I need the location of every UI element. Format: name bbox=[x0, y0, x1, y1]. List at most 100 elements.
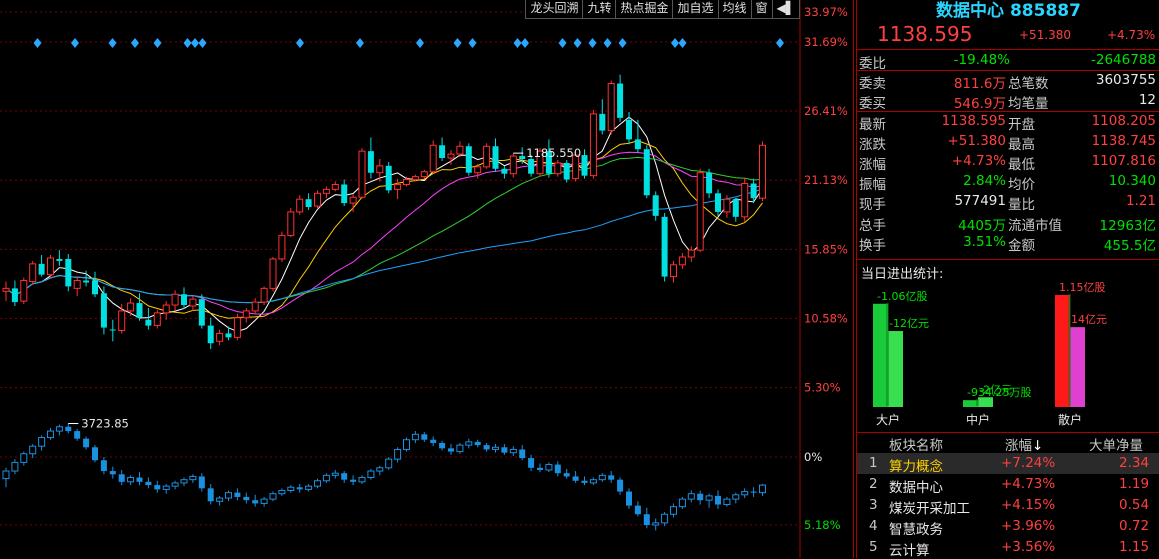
flow-group-name: 中户 bbox=[966, 412, 990, 427]
sector-row[interactable]: 3 煤炭开采加工 +4.15% 0.54 bbox=[857, 495, 1159, 517]
index-candle bbox=[741, 491, 749, 496]
sector-net: 0.54 bbox=[1119, 497, 1150, 513]
quote-row: 委买 546.9万 均笔量 12 bbox=[857, 91, 1159, 112]
sector-candle bbox=[411, 176, 419, 181]
sector-candle bbox=[2, 287, 10, 292]
quote-label: 振幅 bbox=[859, 177, 886, 194]
col-sector-name[interactable]: 板块名称 bbox=[889, 434, 943, 454]
index-candle bbox=[759, 484, 766, 494]
sector-candle bbox=[260, 287, 268, 303]
quote-label: 总手 bbox=[859, 217, 886, 234]
toolbar-hotspot-button[interactable]: 热点掘金 bbox=[616, 0, 674, 18]
index-candle bbox=[171, 482, 179, 487]
pct-tick-label: 31.69% bbox=[804, 35, 848, 49]
signal-marker[interactable] bbox=[588, 38, 597, 48]
annotation-label: 3723.85 bbox=[81, 417, 129, 431]
sector-name: 算力概念 bbox=[889, 459, 943, 475]
sector-candle bbox=[403, 179, 410, 185]
index-candle bbox=[465, 441, 473, 446]
quote-value: 1108.205 bbox=[1091, 112, 1156, 129]
signal-marker[interactable] bbox=[153, 38, 162, 48]
toolbar-ma-button[interactable]: 均线 bbox=[719, 0, 752, 18]
signal-marker[interactable] bbox=[468, 38, 477, 48]
sector-candle bbox=[225, 333, 232, 338]
signal-marker[interactable] bbox=[678, 38, 687, 48]
signal-marker[interactable] bbox=[671, 38, 679, 48]
sector-row[interactable]: 2 数据中心 +4.73% 1.19 bbox=[857, 474, 1159, 496]
signal-marker[interactable] bbox=[33, 38, 42, 48]
quote-label: 最高 bbox=[1008, 136, 1035, 153]
signal-marker[interactable] bbox=[453, 38, 462, 48]
signal-marker[interactable] bbox=[573, 38, 582, 48]
quote-value: 1.21 bbox=[1125, 193, 1156, 210]
signal-marker[interactable] bbox=[356, 38, 364, 48]
index-candle bbox=[385, 458, 393, 469]
signal-marker[interactable] bbox=[71, 38, 79, 48]
sector-change: +4.15% bbox=[1001, 497, 1056, 513]
signal-marker[interactable] bbox=[108, 38, 117, 48]
quote-value: 577491 bbox=[954, 193, 1006, 210]
flow-bar-shade bbox=[976, 399, 979, 406]
quote-label: 量比 bbox=[1008, 197, 1035, 214]
signal-marker[interactable] bbox=[131, 38, 139, 48]
index-candle bbox=[376, 467, 384, 472]
quote-price: 1138.595 bbox=[877, 22, 973, 46]
index-candle bbox=[118, 474, 125, 482]
signal-marker[interactable] bbox=[513, 38, 522, 48]
sector-candle bbox=[554, 162, 562, 175]
index-candle bbox=[367, 470, 375, 479]
toolbar-longtou-button[interactable]: 龙头回溯 bbox=[526, 0, 584, 18]
index-candle bbox=[2, 470, 10, 480]
sector-name: 云计算 bbox=[889, 543, 930, 559]
signal-marker[interactable] bbox=[776, 38, 784, 48]
sector-table-header: 板块名称 涨幅↓ 大单净量 bbox=[857, 433, 1159, 454]
sector-candle bbox=[92, 280, 98, 295]
toolbar-window-button[interactable]: 窗 bbox=[752, 0, 773, 18]
signal-marker[interactable] bbox=[183, 38, 192, 48]
toolbar-expand-icon[interactable]: ◀▌ bbox=[773, 0, 799, 18]
col-change[interactable]: 涨幅↓ bbox=[1005, 434, 1043, 454]
flow-label-amount: -12亿元 bbox=[889, 317, 929, 330]
index-candle bbox=[189, 475, 197, 481]
index-candle bbox=[11, 461, 19, 472]
signal-marker[interactable] bbox=[618, 38, 627, 48]
kline-svg[interactable]: 33.97% 31.69% 26.41% 21.13% 15.85% 10.58% 5.30… bbox=[0, 0, 856, 558]
signal-marker[interactable] bbox=[198, 38, 207, 48]
index-candle bbox=[225, 492, 232, 499]
sector-change: +3.96% bbox=[1001, 518, 1056, 534]
kline-chart[interactable]: 33.97% 31.69% 26.41% 21.13% 15.85% 10.58% 5.30… bbox=[0, 0, 848, 558]
index-candle bbox=[47, 430, 54, 439]
sector-rank: 1 bbox=[869, 455, 878, 471]
index-candle bbox=[154, 485, 161, 490]
sector-row[interactable]: 4 智慧政务 +3.96% 0.72 bbox=[857, 516, 1159, 538]
sector-candle bbox=[759, 144, 766, 199]
index-candle bbox=[589, 479, 597, 484]
pct-tick-label: 5.18% bbox=[804, 518, 841, 532]
index-candle bbox=[55, 426, 63, 432]
signal-marker[interactable] bbox=[191, 38, 199, 48]
signal-marker[interactable] bbox=[416, 38, 424, 48]
col-change-label: 涨幅 bbox=[1005, 438, 1032, 454]
toolbar-jiuzhuan-button[interactable]: 九转 bbox=[583, 0, 617, 18]
sector-row[interactable]: 5 云计算 +3.56% 1.15 bbox=[857, 537, 1159, 559]
signal-marker[interactable] bbox=[558, 38, 567, 48]
sector-row[interactable]: 1 算力概念 +7.24% 2.34 bbox=[857, 453, 1159, 475]
sector-change: +7.24% bbox=[1001, 455, 1056, 471]
quote-row: 涨幅 +4.73% 最低 1107.816 bbox=[857, 152, 1159, 173]
index-candle bbox=[403, 439, 410, 450]
index-candle bbox=[732, 494, 740, 500]
sector-candle bbox=[171, 293, 179, 306]
quote-row: 涨跌 +51.380 最高 1138.745 bbox=[857, 132, 1159, 153]
sector-candle bbox=[599, 113, 606, 131]
index-candle bbox=[216, 497, 224, 502]
index-candle bbox=[207, 488, 214, 502]
signal-marker[interactable] bbox=[296, 38, 304, 48]
flow-bar-shade bbox=[1068, 294, 1071, 406]
col-net[interactable]: 大单净量 bbox=[1089, 434, 1143, 454]
toolbar-add-watchlist-button[interactable]: 加自选 bbox=[673, 0, 719, 18]
sector-candle bbox=[47, 257, 54, 276]
signal-marker[interactable] bbox=[603, 38, 612, 48]
sector-candle bbox=[581, 155, 588, 176]
signal-marker[interactable] bbox=[521, 38, 529, 48]
sector-name: 煤炭开采加工 bbox=[889, 501, 970, 517]
